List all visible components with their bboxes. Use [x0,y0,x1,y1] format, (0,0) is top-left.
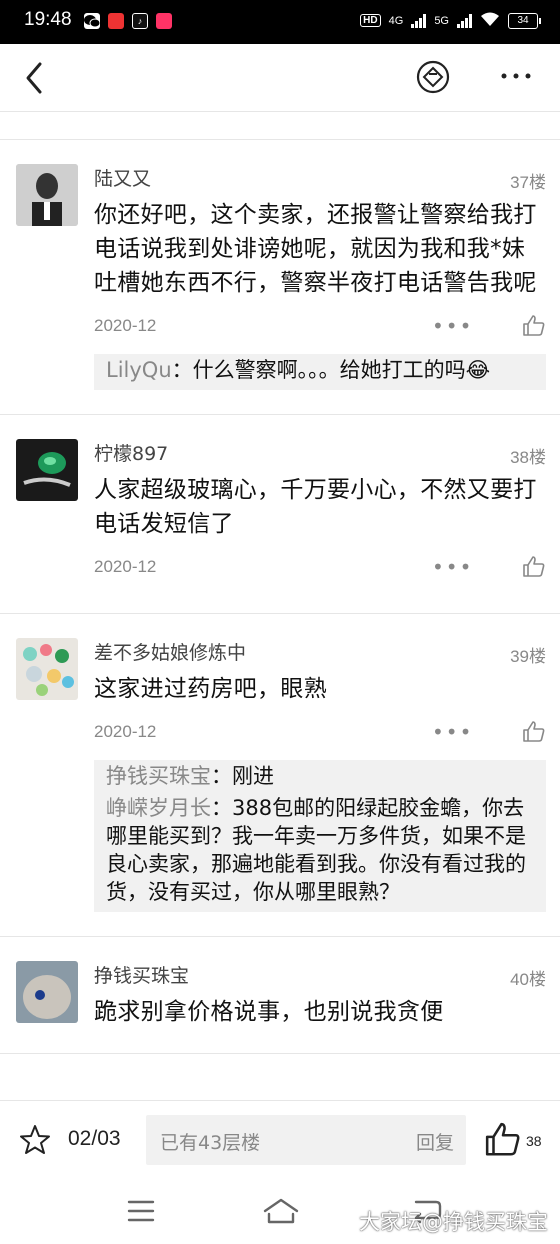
reply-author[interactable]: 挣钱买珠宝 [106,764,211,788]
avatar[interactable] [16,164,78,226]
author-name[interactable]: 陆又又 [94,164,546,194]
post-date: 2020-12 [94,557,157,576]
more-horizontal-icon [501,73,531,79]
like-button[interactable] [484,1121,522,1159]
post-item: 差不多姑娘修炼中 39楼 这家进过药房吧，眼熟 2020-12 ••• 挣钱买珠… [0,614,560,937]
reply-button[interactable]: 回复 [416,1128,454,1155]
floor-number: 38楼 [510,448,546,467]
post-content: 人家超级玻璃心，千万要小心，不然又要打电话发短信了 [94,477,537,537]
thumbs-up-icon[interactable] [522,720,546,744]
app-header [0,44,560,112]
diamond-icon [416,60,450,94]
reply-item[interactable]: 峥嵘岁月长：388包邮的阳绿起胶金蟾，你去哪里能买到？我一年卖一万多件货，如果不… [106,794,534,906]
back-button[interactable] [20,60,52,96]
post-item: 柠檬897 38楼 人家超级玻璃心，千万要小心，不然又要打电话发短信了 2020… [0,415,560,614]
hd-label: HD [360,14,381,27]
reply-list: 挣钱买珠宝：刚进 峥嵘岁月长：388包邮的阳绿起胶金蟾，你去哪里能买到？我一年卖… [94,760,546,912]
recent-apps-button[interactable] [126,1198,156,1224]
list-top-spacer [0,112,560,140]
menu-icon [127,1200,155,1222]
floor-number: 37楼 [510,173,546,192]
reply-item[interactable]: 挣钱买珠宝：刚进 [106,762,534,790]
post-content: 你还好吧，这个卖家，还报警让警察给我打电话说我到处诽谤她呢，就因为我和我*妹吐槽… [94,202,537,296]
home-button[interactable] [262,1196,300,1226]
wifi-icon [480,11,500,30]
author-name[interactable]: 挣钱买珠宝 [94,961,546,991]
watermark: 大家坛@挣钱买珠宝 [359,1210,548,1234]
signal-icon [411,13,427,28]
floor-number: 40楼 [510,970,546,989]
post-meta: 2020-12 ••• [94,304,546,348]
author-name[interactable]: 柠檬897 [94,439,546,469]
avatar[interactable] [16,638,78,700]
status-indicators: HD 4G 5G 34 [360,11,541,30]
reply-text: 什么警察啊。。。给她打工的吗😂 [192,358,491,382]
more-options-icon[interactable]: ••• [432,557,471,577]
reply-placeholder: 已有43层楼 [160,1132,261,1154]
post-meta: 2020-12 ••• [94,545,546,589]
battery-indicator: 34 [508,12,541,29]
network-4g-label: 4G [388,14,404,27]
status-bar: 19:48 ♪ HD 4G 5G 34 [0,0,560,44]
post-content: 跪求别拿价格说事，也别说我贪便 [94,999,444,1025]
reply-list: LilyQu：什么警察啊。。。给她打工的吗😂 [94,354,546,390]
wechat-icon [84,13,100,29]
post-content: 这家进过药房吧，眼熟 [94,676,327,702]
reply-item[interactable]: LilyQu：什么警察啊。。。给她打工的吗😂 [106,356,534,384]
avatar[interactable] [16,961,78,1023]
thumbs-up-icon[interactable] [522,555,546,579]
more-options-icon[interactable]: ••• [432,316,471,336]
signal-icon-2 [457,13,472,28]
tiktok-icon: ♪ [132,13,148,29]
more-options-icon[interactable]: ••• [432,722,471,742]
diamond-button[interactable] [414,58,452,96]
reply-input[interactable]: 已有43层楼 回复 [146,1115,466,1165]
post-item: 挣钱买珠宝 40楼 跪求别拿价格说事，也别说我贪便 [0,937,560,1054]
like-count: 38 [526,1133,542,1149]
chevron-left-icon [26,62,42,94]
star-icon [20,1125,50,1154]
system-nav-bar: 大家坛@挣钱买珠宝 [0,1182,560,1244]
reply-author[interactable]: 峥嵘岁月长 [106,796,211,820]
reply-author[interactable]: LilyQu [106,358,172,382]
reply-text: 刚进 [232,764,274,788]
status-time: 19:48 [24,9,72,30]
post-date: 2020-12 [94,316,157,335]
favorite-button[interactable] [18,1123,52,1157]
author-name[interactable]: 差不多姑娘修炼中 [94,638,546,668]
more-button[interactable] [496,64,536,88]
post-item: 陆又又 37楼 你还好吧，这个卖家，还报警让警察给我打电话说我到处诽谤她呢，就因… [0,140,560,415]
avatar[interactable] [16,439,78,501]
home-icon [263,1198,299,1224]
post-list[interactable]: 陆又又 37楼 你还好吧，这个卖家，还报警让警察给我打电话说我到处诽谤她呢，就因… [0,112,560,1100]
thumbs-up-icon[interactable] [522,314,546,338]
post-date: 2020-12 [94,722,157,741]
page-indicator[interactable]: 02/03 [68,1127,121,1151]
notification-icons: ♪ [84,13,172,29]
floor-number: 39楼 [510,647,546,666]
shopping-app-icon [156,13,172,29]
app-notification-icon [108,13,124,29]
thumbs-up-icon [485,1122,520,1156]
bottom-action-bar: 02/03 已有43层楼 回复 38 [0,1100,560,1182]
network-5g-label: 5G [434,14,449,27]
post-meta: 2020-12 ••• [94,710,546,754]
